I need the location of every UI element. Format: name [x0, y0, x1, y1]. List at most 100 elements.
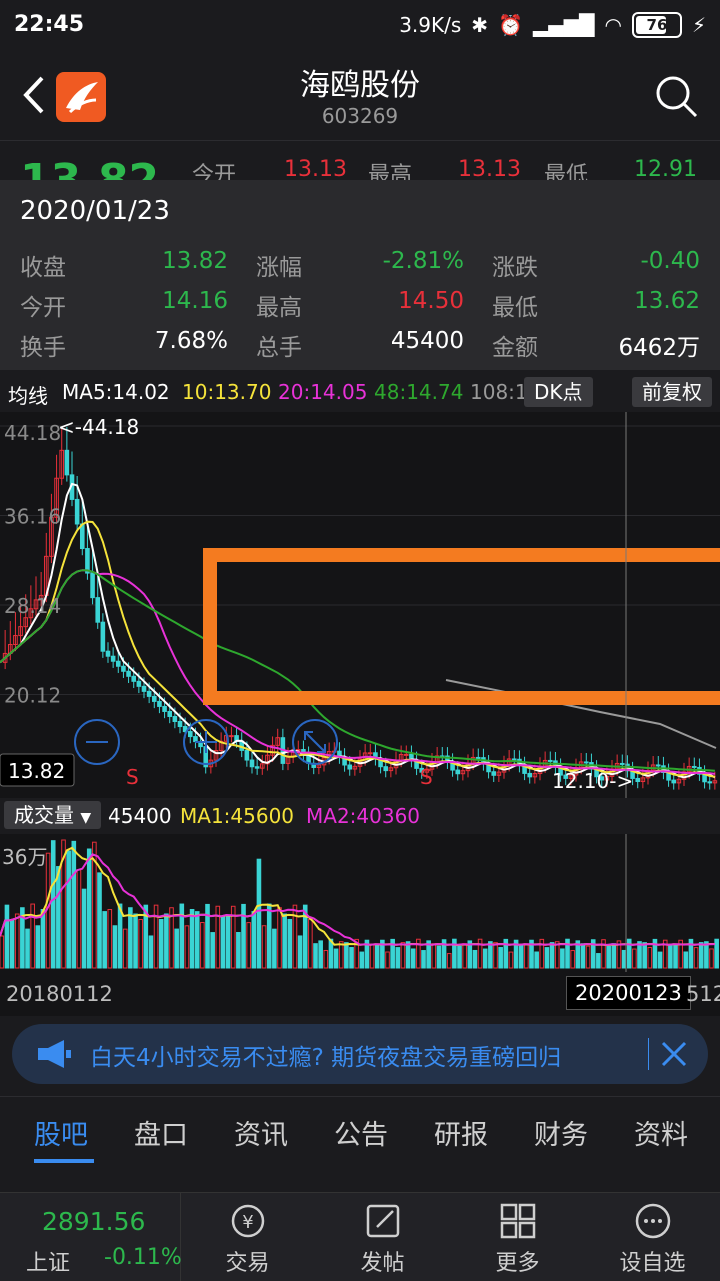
network-speed: 3.9K/s [399, 13, 462, 37]
volume-bar [220, 916, 226, 969]
volume-label: 成交量 [14, 803, 74, 827]
ad-banner[interactable]: 白天4小时交易不过瘾? 期货夜盘交易重磅回归 [12, 1024, 708, 1084]
megaphone-icon [38, 1040, 71, 1068]
detail-date: 2020/01/23 [20, 196, 170, 226]
volume-bar [318, 940, 323, 969]
volume-indicator-select[interactable]: 成交量 ▼ [4, 801, 102, 829]
volume-bar [544, 947, 550, 969]
volume-svg: 36万 [0, 834, 719, 972]
ma20-line [0, 569, 716, 775]
volume-bar [621, 949, 627, 969]
candle-body [115, 660, 121, 667]
tab-item[interactable]: 公告 [334, 1113, 388, 1152]
detail-row: 换手 7.68% 总手 45400 金额 6462万 [0, 328, 720, 368]
volume-bar [210, 932, 215, 969]
volume-bar [498, 947, 503, 969]
x-cursor-label: 20200123 [566, 976, 691, 1010]
grid-icon [500, 1203, 535, 1239]
volume-bar [657, 951, 663, 969]
volume-bar [714, 938, 719, 969]
nav-post[interactable]: 发帖 [315, 1193, 450, 1281]
ma48-line [0, 569, 715, 772]
detail-value: 7.68% [154, 328, 228, 354]
tab-item[interactable]: 资讯 [234, 1113, 288, 1152]
volume-bar [508, 951, 514, 969]
close-icon[interactable] [660, 1040, 688, 1068]
candle-body [167, 710, 173, 717]
volume-bar [40, 909, 46, 969]
volume-bar [683, 951, 689, 969]
volume-bar [580, 943, 586, 969]
volume-bar [277, 907, 282, 969]
nav-watchlist[interactable]: 设自选 [585, 1193, 720, 1281]
volume-bar [482, 948, 488, 969]
ma5-value: MA5:14.02 [62, 380, 170, 404]
ma5-line [0, 482, 716, 779]
adjust-button[interactable]: 前复权 [632, 377, 712, 407]
volume-bar [488, 941, 493, 969]
ma108-line [445, 679, 717, 749]
open-label: 今开 [192, 163, 237, 181]
nav-trade[interactable]: ¥ 交易 [180, 1193, 315, 1281]
candle-body [347, 764, 353, 770]
volume-bar [148, 935, 154, 969]
volume-bar [179, 903, 185, 969]
volume-bar [0, 935, 5, 969]
volume-bar [313, 943, 318, 969]
volume-bar [693, 947, 699, 969]
wifi-icon: ◠ [604, 13, 622, 37]
tab-item[interactable]: 研报 [434, 1113, 488, 1152]
volume-bar [374, 944, 380, 969]
candle-body [707, 781, 713, 784]
volume-bar [462, 943, 467, 969]
max-annotation: <-44.18 [58, 415, 139, 439]
sell-marker: S [126, 765, 139, 789]
volume-bar [128, 907, 133, 969]
tab-item[interactable]: 盘口 [134, 1113, 188, 1152]
charging-icon: ⚡ [691, 13, 706, 37]
stock-code: 603269 [321, 104, 399, 128]
edit-icon [366, 1204, 399, 1238]
index-widget[interactable]: 2891.56 上证 -0.11% [0, 1193, 182, 1281]
volume-bar [81, 888, 87, 969]
detail-value: 6462万 [618, 335, 700, 361]
highlight-box [203, 548, 720, 705]
dk-point-button[interactable]: DK点 [524, 377, 593, 407]
nav-more[interactable]: 更多 [450, 1193, 585, 1281]
ad-text: 白天4小时交易不过瘾? 期货夜盘交易重磅回归 [90, 1045, 562, 1071]
detail-row: 收盘 13.82 涨幅 -2.81% 涨跌 -0.40 [0, 248, 720, 288]
bottom-nav: 2891.56 上证 -0.11% ¥ 交易 发帖 更多 设自选 [0, 1192, 720, 1281]
nav-more-label: 更多 [495, 1251, 540, 1276]
volume-bar [241, 903, 246, 969]
kline-chart[interactable]: 44.18 36.16 28.14 20.12 <-44.18 12.10-> S S 13.8… [0, 412, 720, 798]
detail-value: 45400 [390, 328, 464, 354]
status-time: 22:45 [14, 12, 85, 37]
detail-label: 最低 [492, 295, 538, 321]
zoom-out-button[interactable] [74, 719, 120, 765]
volume-bar [164, 913, 169, 969]
volume-bar [534, 951, 539, 969]
volume-bar [297, 935, 303, 969]
detail-label: 收盘 [20, 255, 66, 281]
candle-body [244, 749, 250, 761]
candle-body [79, 523, 85, 550]
candle-body [254, 766, 260, 769]
search-icon[interactable] [654, 74, 698, 118]
volume-bar [174, 928, 179, 969]
candle-body [583, 761, 589, 764]
volume-bar [56, 866, 61, 969]
tab-item[interactable]: 股吧 [34, 1113, 88, 1152]
volume-y-tick: 36万 [2, 845, 47, 869]
detail-label: 涨幅 [256, 255, 302, 281]
detail-value: -0.40 [640, 248, 700, 274]
candle-body [187, 731, 193, 738]
volume-bar [673, 944, 678, 969]
candle-body [475, 756, 481, 759]
tab-item[interactable]: 资料 [634, 1113, 688, 1152]
detail-value: 13.62 [634, 288, 700, 314]
volume-bar [287, 918, 293, 969]
page-title: 海鸥股份 [300, 68, 420, 103]
tab-item[interactable]: 财务 [534, 1113, 588, 1152]
volume-bar [107, 909, 113, 969]
volume-chart[interactable]: 36万 [0, 834, 720, 972]
